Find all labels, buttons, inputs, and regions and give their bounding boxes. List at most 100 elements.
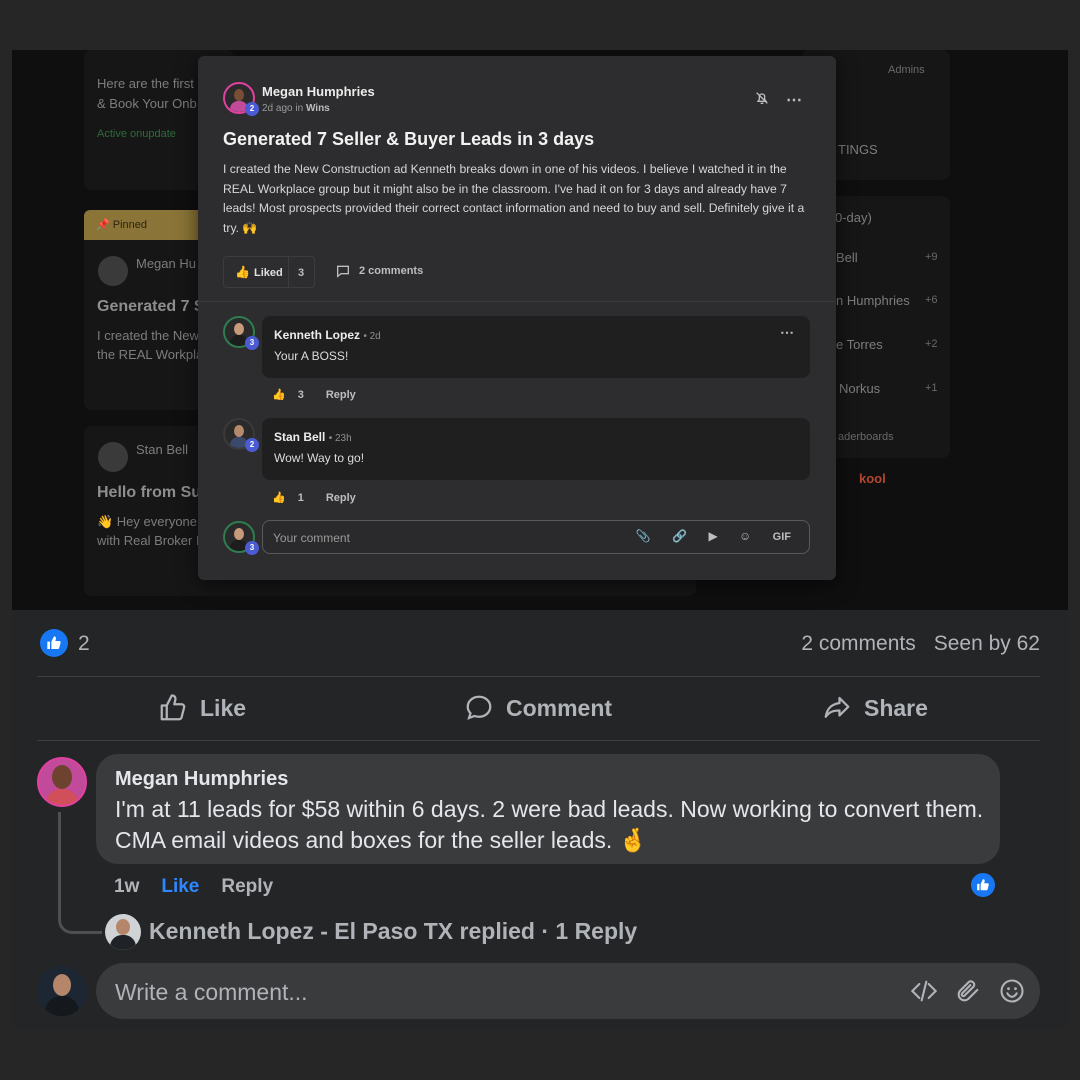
like-label: Like [200, 694, 247, 721]
avatar-body [110, 935, 136, 950]
link-icon[interactable]: 🔗 [672, 529, 687, 543]
comment-reply-button[interactable]: Reply [221, 876, 273, 897]
post-modal: 2 Megan Humphries 2d ago in Wins ⋯ Gener… [198, 56, 836, 580]
comment-like-reaction-icon[interactable] [969, 871, 997, 899]
more-options-icon[interactable]: ⋯ [780, 324, 794, 341]
reply-button[interactable]: Reply [326, 492, 356, 504]
bg-link: aderboards [838, 431, 894, 443]
write-comment-input[interactable]: Write a comment... [96, 963, 1040, 1019]
comment-actions: 1w Like Reply [114, 876, 295, 898]
avatar-body [45, 996, 79, 1016]
comment-icon [466, 695, 492, 720]
comment-author-name[interactable]: Stan Bell [274, 430, 325, 444]
thumbs-up-icon [47, 636, 61, 649]
comments-count[interactable]: 2 comments [359, 265, 423, 277]
bg-text: & Book Your Onb [97, 96, 197, 111]
avatar-face [234, 528, 244, 540]
leaderboard-name: e Torres [836, 337, 883, 352]
level-badge: 2 [245, 102, 259, 116]
bg-text: Here are the first [97, 76, 194, 91]
my-avatar[interactable] [37, 966, 87, 1016]
comment-icon [337, 265, 349, 278]
comment-like-button[interactable]: Like [161, 876, 199, 897]
share-icon [824, 696, 850, 718]
comment-input[interactable]: Your comment 📎 🔗 ▶ ☺ GIF [262, 520, 810, 554]
seen-by[interactable]: Seen by 62 [934, 632, 1040, 655]
reaction-count[interactable]: 2 [78, 632, 90, 656]
view-replies-link[interactable]: Kenneth Lopez - El Paso TX replied · 1 R… [149, 918, 637, 945]
bg-text: with Real Broker L [97, 533, 204, 548]
comment-actions: 👍 3 Reply [272, 388, 378, 401]
post-title: Generated 7 Seller & Buyer Leads in 3 da… [223, 129, 595, 149]
bg-text: TINGS [838, 142, 878, 157]
avatar-face [234, 323, 244, 335]
commenter-avatar[interactable] [37, 757, 87, 807]
share-label: Share [864, 694, 928, 721]
leaderboard-name: n Humphries [836, 293, 910, 308]
leaderboard-points: +1 [925, 382, 938, 394]
bell-off-icon[interactable] [754, 90, 770, 106]
bg-tab: Admins [888, 64, 925, 76]
divider [288, 257, 289, 287]
liked-button[interactable]: 👍 Liked 3 [223, 256, 315, 288]
avatar [98, 256, 128, 286]
avatar-face [234, 425, 244, 437]
comment-bubble: Kenneth Lopez • 2d Your A BOSS! ⋯ [262, 316, 810, 378]
comment-actions: 👍 1 Reply [272, 491, 378, 504]
comment-label: Comment [506, 694, 613, 721]
comments-count[interactable]: 2 comments [801, 632, 915, 655]
thumbs-up-icon: 👍 [235, 265, 250, 279]
bg-title: Generated 7 S [97, 298, 205, 315]
avatar-face [53, 974, 71, 996]
bg-title: Hello from Su [97, 484, 202, 501]
avatar-face [52, 765, 72, 789]
code-icon[interactable] [910, 977, 938, 1005]
comment-text: I'm at 11 leads for $58 within 6 days. 2… [115, 796, 984, 853]
video-icon[interactable]: ▶ [708, 529, 717, 543]
write-comment-placeholder: Write a comment... [115, 979, 308, 1005]
comment-author[interactable]: Kenneth Lopez • 2d [274, 328, 381, 342]
like-count[interactable]: 3 [298, 267, 304, 279]
input-tools: 📎 🔗 ▶ ☺ GIF [618, 529, 791, 543]
thumbs-up-icon[interactable]: 👍 [272, 389, 286, 401]
comment-author[interactable]: Stan Bell • 23h [274, 430, 352, 444]
leaderboard-points: +9 [925, 251, 938, 263]
comment-author-name[interactable]: Kenneth Lopez [274, 328, 360, 342]
divider [198, 301, 836, 302]
emoji-icon[interactable] [998, 977, 1026, 1005]
share-button[interactable]: Share [822, 693, 928, 723]
screen-frame: Here are the first & Book Your Onb Activ… [12, 50, 1068, 1028]
comment-button[interactable]: Comment [464, 693, 612, 723]
emoji-icon[interactable]: ☺ [739, 529, 751, 543]
level-badge: 3 [245, 336, 259, 350]
paperclip-icon[interactable] [954, 977, 982, 1005]
post-meta: 2d ago in Wins [262, 103, 330, 114]
thumbs-up-icon [160, 694, 186, 721]
divider [37, 740, 1040, 741]
comment-time[interactable]: 1w [114, 876, 139, 897]
leaderboard-name: Norkus [839, 381, 881, 396]
write-comment-tools [910, 977, 1026, 1005]
leaderboard-name: Bell [836, 250, 858, 265]
post-stats: 2 comments Seen by 62 [783, 632, 1040, 656]
comment-text: Your A BOSS! [274, 349, 349, 363]
bg-author: Stan Bell [136, 442, 189, 457]
more-options-icon[interactable]: ⋯ [786, 90, 803, 110]
post-author[interactable]: Megan Humphries [262, 84, 375, 99]
bg-text: 0-day) [835, 210, 872, 225]
post-screenshot: Here are the first & Book Your Onb Activ… [12, 50, 1068, 610]
thumbs-up-icon[interactable]: 👍 [272, 492, 286, 504]
post-category[interactable]: Wins [306, 103, 330, 114]
bg-text: the REAL Workpla [97, 347, 204, 362]
comment-time: • 23h [328, 433, 352, 444]
like-button[interactable]: Like [158, 693, 246, 723]
comment-like-count: 3 [297, 389, 304, 401]
gif-button[interactable]: GIF [773, 531, 791, 543]
reply-button[interactable]: Reply [326, 389, 356, 401]
like-reaction-icon[interactable] [40, 629, 68, 657]
kool-logo: kool [859, 471, 886, 486]
post-body: I created the New Construction ad Kennet… [223, 162, 805, 235]
paperclip-icon[interactable]: 📎 [636, 529, 651, 543]
comment-author[interactable]: Megan Humphries [115, 768, 288, 791]
replier-avatar[interactable] [105, 914, 141, 950]
